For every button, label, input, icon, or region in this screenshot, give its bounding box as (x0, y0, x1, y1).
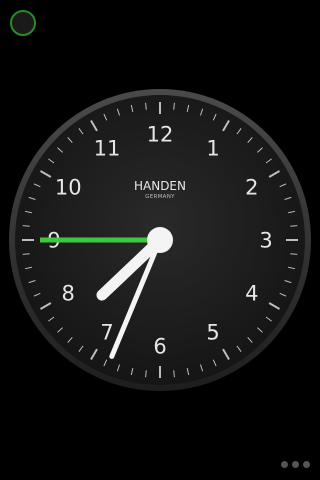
center-cap (147, 227, 173, 253)
numeral-4: 4 (245, 282, 258, 306)
analog-clock: 121234567891011 HANDEN GERMANY (9, 89, 311, 391)
numeral-2: 2 (245, 176, 258, 200)
clock-screen: 121234567891011 HANDEN GERMANY (0, 0, 320, 480)
numeral-10: 10 (55, 176, 82, 200)
numeral-8: 8 (62, 282, 75, 306)
brand-label: HANDEN (134, 179, 186, 193)
numeral-12: 12 (147, 123, 174, 147)
page-dot[interactable] (303, 461, 310, 468)
numeral-5: 5 (206, 320, 219, 344)
brand-sublabel: GERMANY (145, 194, 175, 200)
numeral-3: 3 (259, 229, 272, 253)
numeral-6: 6 (153, 335, 166, 359)
numeral-1: 1 (206, 137, 219, 161)
numeral-7: 7 (100, 320, 113, 344)
numeral-11: 11 (94, 137, 121, 161)
menu-button[interactable] (10, 10, 36, 36)
page-indicator[interactable] (281, 461, 310, 468)
page-dot[interactable] (281, 461, 288, 468)
page-dot[interactable] (292, 461, 299, 468)
